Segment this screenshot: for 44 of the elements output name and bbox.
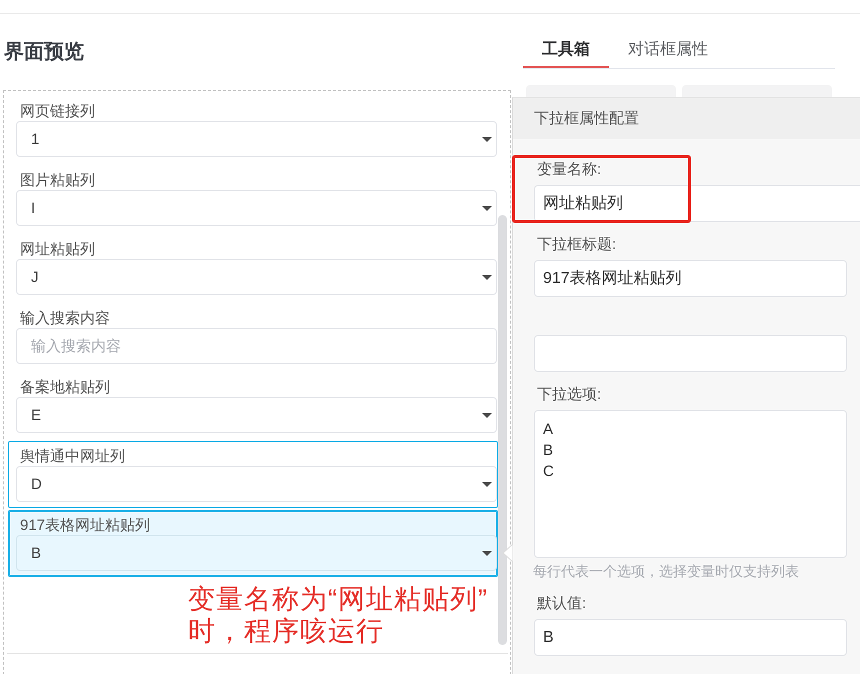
- toolbox-card[interactable]: [526, 85, 676, 98]
- input-field[interactable]: 917表格网址粘贴列: [534, 260, 847, 297]
- field-label: 变量名称:: [536, 160, 602, 180]
- page-title: 界面预览: [4, 40, 84, 65]
- scrollbar[interactable]: [498, 215, 507, 645]
- caret-icon: [482, 550, 492, 556]
- field-label: 默认值:: [536, 594, 586, 614]
- field-label: 输入搜索内容: [19, 309, 110, 328]
- field-label: 图片粘贴列: [19, 171, 95, 190]
- field-label: 917表格网址粘贴列: [19, 516, 150, 535]
- input-field[interactable]: [534, 335, 847, 372]
- caret-icon: [482, 136, 492, 142]
- caret-icon: [482, 482, 492, 486]
- form-item[interactable]: 917表格网址粘贴列 B: [8, 510, 498, 577]
- annotation-text: 变量名称为“网址粘贴列” 时，程序咳运行: [188, 583, 488, 647]
- select-field[interactable]: E: [16, 397, 497, 433]
- form-item[interactable]: 备案地粘贴列 E: [8, 372, 498, 439]
- form-item[interactable]: 网址粘贴列 J: [8, 234, 498, 301]
- field-label: 网址粘贴列: [19, 240, 95, 259]
- toolbox-card[interactable]: [682, 85, 832, 98]
- select-field[interactable]: I: [16, 190, 497, 226]
- caret-icon: [482, 412, 492, 418]
- tab[interactable]: 工具箱: [523, 33, 609, 68]
- form-item[interactable]: 舆情通中网址列 D: [8, 441, 498, 508]
- select-field[interactable]: D: [16, 466, 497, 502]
- field-label: 舆情通中网址列: [19, 447, 125, 466]
- hint-text: 每行代表一个选项，选择变量时仅支持列表: [533, 562, 799, 581]
- field-label: 备案地粘贴列: [19, 378, 110, 397]
- field-label: 下拉选项:: [536, 385, 602, 405]
- select-field[interactable]: J: [16, 259, 497, 295]
- field-label: 网页链接列: [19, 102, 95, 121]
- field-label: 下拉框标题:: [536, 235, 616, 255]
- input-field[interactable]: 网址粘贴列: [534, 185, 860, 222]
- form-item[interactable]: 图片粘贴列 I: [8, 165, 498, 232]
- popover-title: 下拉框属性配置: [513, 98, 860, 139]
- form-item[interactable]: 输入搜索内容 输入搜索内容: [8, 303, 498, 370]
- tab[interactable]: 对话框属性: [609, 33, 727, 68]
- select-field[interactable]: B: [16, 535, 497, 571]
- select-field[interactable]: 1: [16, 121, 497, 157]
- caret-icon: [482, 206, 492, 210]
- input-field[interactable]: B: [534, 619, 847, 656]
- options-textarea[interactable]: A B C: [534, 410, 847, 558]
- form-item[interactable]: 网页链接列 1: [8, 96, 498, 163]
- caret-icon: [482, 274, 492, 280]
